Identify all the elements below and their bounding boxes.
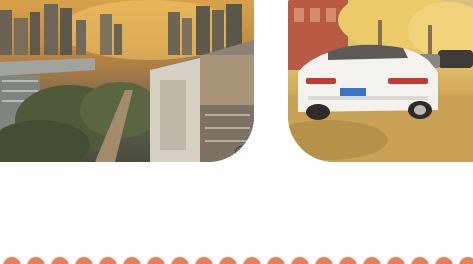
scallop-dot: [267, 257, 285, 264]
scallop-dot: [195, 257, 213, 264]
scallop-dot: [27, 257, 45, 264]
scallop-dot: [291, 257, 309, 264]
scallop-dot: [435, 257, 453, 264]
scallop-border-icon: [3, 257, 473, 264]
scallop-dot: [99, 257, 117, 264]
city-skyline-illustration: [0, 0, 254, 162]
parked-car-photo: [288, 0, 473, 162]
scallop-dot: [339, 257, 357, 264]
scallop-dot: [171, 257, 189, 264]
city-skyline-photo: ①: [0, 0, 254, 162]
scallop-dot: [315, 257, 333, 264]
scallop-dot: [459, 257, 473, 264]
scallop-dot: [3, 257, 21, 264]
scallop-dot: [219, 257, 237, 264]
scallop-dot: [123, 257, 141, 264]
photo-number-label: ①: [233, 143, 251, 162]
page: ①: [0, 0, 473, 264]
scallop-dot: [75, 257, 93, 264]
scallop-dot: [411, 257, 429, 264]
scallop-dot: [387, 257, 405, 264]
scallop-dot: [51, 257, 69, 264]
scallop-dot: [243, 257, 261, 264]
scallop-dot: [147, 257, 165, 264]
parked-car-illustration: [288, 0, 473, 162]
scallop-dot: [363, 257, 381, 264]
